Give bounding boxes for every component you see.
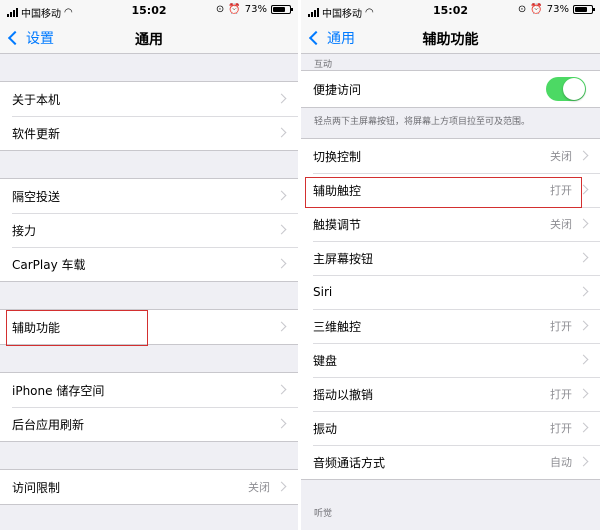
- settings-group: 访问限制 关闭: [0, 469, 298, 505]
- nav-bar: 通用 辅助功能: [301, 22, 600, 54]
- row-keyboard[interactable]: 键盘: [301, 343, 600, 377]
- row-iphone-storage[interactable]: iPhone 储存空间: [0, 373, 298, 407]
- row-value: 自动: [550, 456, 572, 469]
- battery-icon: [573, 5, 595, 14]
- row-about[interactable]: 关于本机: [0, 82, 298, 116]
- row-label: 主屏幕按钮: [313, 251, 374, 266]
- row-label: 辅助功能: [12, 320, 61, 335]
- section-header-hearing: 听觉: [314, 509, 333, 519]
- row-background-refresh[interactable]: 后台应用刷新: [0, 407, 298, 441]
- row-value: 打开: [550, 388, 572, 401]
- row-carplay[interactable]: CarPlay 车载: [0, 247, 298, 281]
- settings-group: 切换控制 关闭 辅助触控 打开 触摸调节 关闭 主屏幕按钮 Siri 三维触控 打开 键…: [301, 138, 600, 480]
- page-title: 辅助功能: [422, 32, 479, 48]
- chevron-right-icon: [276, 418, 287, 429]
- row-value: 打开: [550, 184, 572, 197]
- row-value: 关闭: [550, 150, 572, 163]
- accessibility-screen: 中国移动 ◠ 15:02 ⊙ ⏰ 73% 通用 辅助功能 互动 便捷访问 轻点两…: [301, 0, 600, 530]
- chevron-right-icon: [578, 320, 589, 331]
- chevron-right-icon: [578, 422, 589, 433]
- row-label: Siri: [313, 285, 333, 299]
- row-value: 打开: [550, 422, 572, 435]
- row-label: 键盘: [313, 353, 338, 368]
- row-label: 触摸调节: [313, 217, 362, 232]
- orientation-lock-icon: ⊙: [215, 4, 225, 15]
- toggle-knob: [563, 78, 585, 100]
- row-reachability: 便捷访问: [301, 71, 600, 107]
- chevron-right-icon: [578, 184, 589, 195]
- row-value: 打开: [550, 320, 572, 333]
- chevron-right-icon: [276, 481, 287, 492]
- row-value: 关闭: [550, 218, 572, 231]
- row-3d-touch[interactable]: 三维触控 打开: [301, 309, 600, 343]
- row-handoff[interactable]: 接力: [0, 213, 298, 247]
- status-bar: 中国移动 ◠ 15:02 ⊙ ⏰ 73%: [301, 0, 600, 22]
- chevron-right-icon: [578, 252, 589, 263]
- status-bar: 中国移动 ◠ 15:02 ⊙ ⏰ 73%: [0, 0, 298, 22]
- nav-bar: 设置 通用: [0, 22, 298, 54]
- chevron-right-icon: [578, 456, 589, 467]
- row-accessibility[interactable]: 辅助功能: [0, 310, 298, 344]
- row-label: 关于本机: [12, 92, 61, 107]
- row-label: iPhone 储存空间: [12, 383, 105, 398]
- chevron-right-icon: [276, 224, 287, 235]
- page-title: 通用: [135, 32, 163, 48]
- section-header-interaction: 互动: [314, 60, 333, 70]
- row-label: 便捷访问: [313, 82, 362, 97]
- row-label: 切换控制: [313, 149, 362, 164]
- row-assistive-touch[interactable]: 辅助触控 打开: [301, 173, 600, 207]
- chevron-right-icon: [578, 354, 589, 365]
- row-label: 音频通话方式: [313, 455, 386, 470]
- chevron-right-icon: [276, 93, 287, 104]
- row-airdrop[interactable]: 隔空投送: [0, 179, 298, 213]
- row-label: CarPlay 车载: [12, 257, 86, 272]
- settings-group: 便捷访问: [301, 70, 600, 108]
- row-label: 振动: [313, 421, 338, 436]
- row-shake-to-undo[interactable]: 摇动以撤销 打开: [301, 377, 600, 411]
- row-label: 三维触控: [313, 319, 362, 334]
- row-switch-control[interactable]: 切换控制 关闭: [301, 139, 600, 173]
- row-label: 辅助触控: [313, 183, 362, 198]
- row-label: 访问限制: [12, 480, 61, 495]
- settings-group: 隔空投送 接力 CarPlay 车载: [0, 178, 298, 282]
- chevron-right-icon: [276, 384, 287, 395]
- row-touch-accommodations[interactable]: 触摸调节 关闭: [301, 207, 600, 241]
- battery-percent: 73%: [546, 4, 569, 15]
- chevron-right-icon: [276, 190, 287, 201]
- alarm-icon: ⏰: [530, 4, 543, 15]
- chevron-right-icon: [276, 321, 287, 332]
- row-software-update[interactable]: 软件更新: [0, 116, 298, 150]
- reachability-note: 轻点两下主屏幕按钮，将屏幕上方项目拉至可及范围。: [314, 117, 531, 127]
- reachability-toggle[interactable]: [546, 77, 586, 101]
- row-label: 后台应用刷新: [12, 417, 85, 432]
- settings-group: iPhone 储存空间 后台应用刷新: [0, 372, 298, 442]
- chevron-right-icon: [276, 127, 287, 138]
- row-vibration[interactable]: 振动 打开: [301, 411, 600, 445]
- row-home-button[interactable]: 主屏幕按钮: [301, 241, 600, 275]
- orientation-lock-icon: ⊙: [517, 4, 527, 15]
- alarm-icon: ⏰: [228, 4, 241, 15]
- general-settings-screen: 中国移动 ◠ 15:02 ⊙ ⏰ 73% 设置 通用 关于本机 软件更新 隔空投…: [0, 0, 298, 530]
- row-label: 接力: [12, 223, 37, 238]
- row-siri[interactable]: Siri: [301, 275, 600, 309]
- row-label: 隔空投送: [12, 189, 61, 204]
- row-label: 摇动以撤销: [313, 387, 374, 402]
- chevron-right-icon: [578, 388, 589, 399]
- row-call-audio-routing[interactable]: 音频通话方式 自动: [301, 445, 600, 479]
- battery-percent: 73%: [244, 4, 267, 15]
- chevron-right-icon: [276, 258, 287, 269]
- battery-icon: [271, 5, 293, 14]
- settings-group: 关于本机 软件更新: [0, 81, 298, 151]
- row-label: 软件更新: [12, 126, 61, 141]
- chevron-right-icon: [578, 150, 589, 161]
- row-value: 关闭: [248, 481, 270, 494]
- chevron-right-icon: [578, 286, 589, 297]
- settings-group: 辅助功能: [0, 309, 298, 345]
- row-restrictions[interactable]: 访问限制 关闭: [0, 470, 298, 504]
- chevron-right-icon: [578, 218, 589, 229]
